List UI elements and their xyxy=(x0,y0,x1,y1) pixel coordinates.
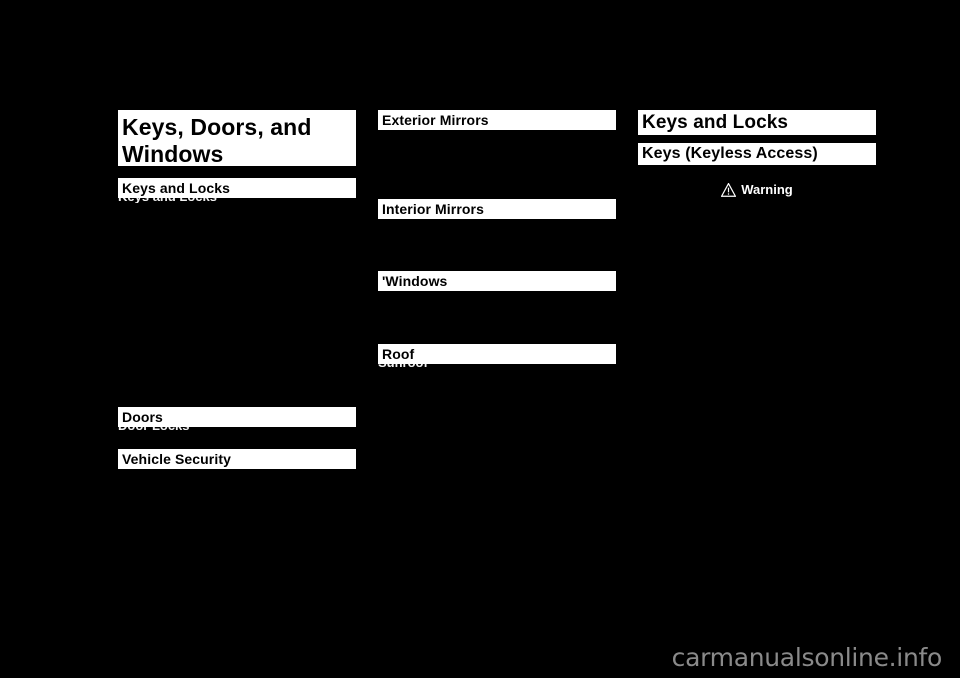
chapter-title-line-1: Keys, Doors, and xyxy=(122,114,312,140)
manual-page: Keys, Doors, and Windows Keys and Locks … xyxy=(0,0,960,678)
section-heading-keys-and-locks[interactable]: Keys and Locks xyxy=(118,178,356,198)
section-heading-vehicle-security[interactable]: Vehicle Security xyxy=(118,449,356,469)
warning-triangle-icon xyxy=(721,183,737,197)
section-heading-doors[interactable]: Doors xyxy=(118,407,356,427)
clipped-entry-roof: Sunroof xyxy=(378,364,616,369)
section-heading-roof[interactable]: Roof xyxy=(378,344,616,364)
subsection-heading-keys-keyless-access: Keys (Keyless Access) xyxy=(638,143,876,165)
section-heading-windows[interactable]: 'Windows xyxy=(378,271,616,291)
section-heading-interior-mirrors[interactable]: Interior Mirrors xyxy=(378,199,616,219)
warning-label: Warning xyxy=(741,182,793,197)
warning-callout: Warning xyxy=(638,180,876,200)
chapter-title: Keys, Doors, and Windows xyxy=(118,110,356,166)
chapter-title-line-2: Windows xyxy=(122,141,224,166)
site-watermark: carmanualsonline.info xyxy=(671,643,943,672)
section-heading-exterior-mirrors[interactable]: Exterior Mirrors xyxy=(378,110,616,130)
clipped-entry-doors: Door Locks xyxy=(118,427,356,432)
clipped-entry-keys-and-locks: Keys and Locks xyxy=(118,198,356,203)
section-heading-keys-and-locks-body: Keys and Locks xyxy=(638,110,876,135)
